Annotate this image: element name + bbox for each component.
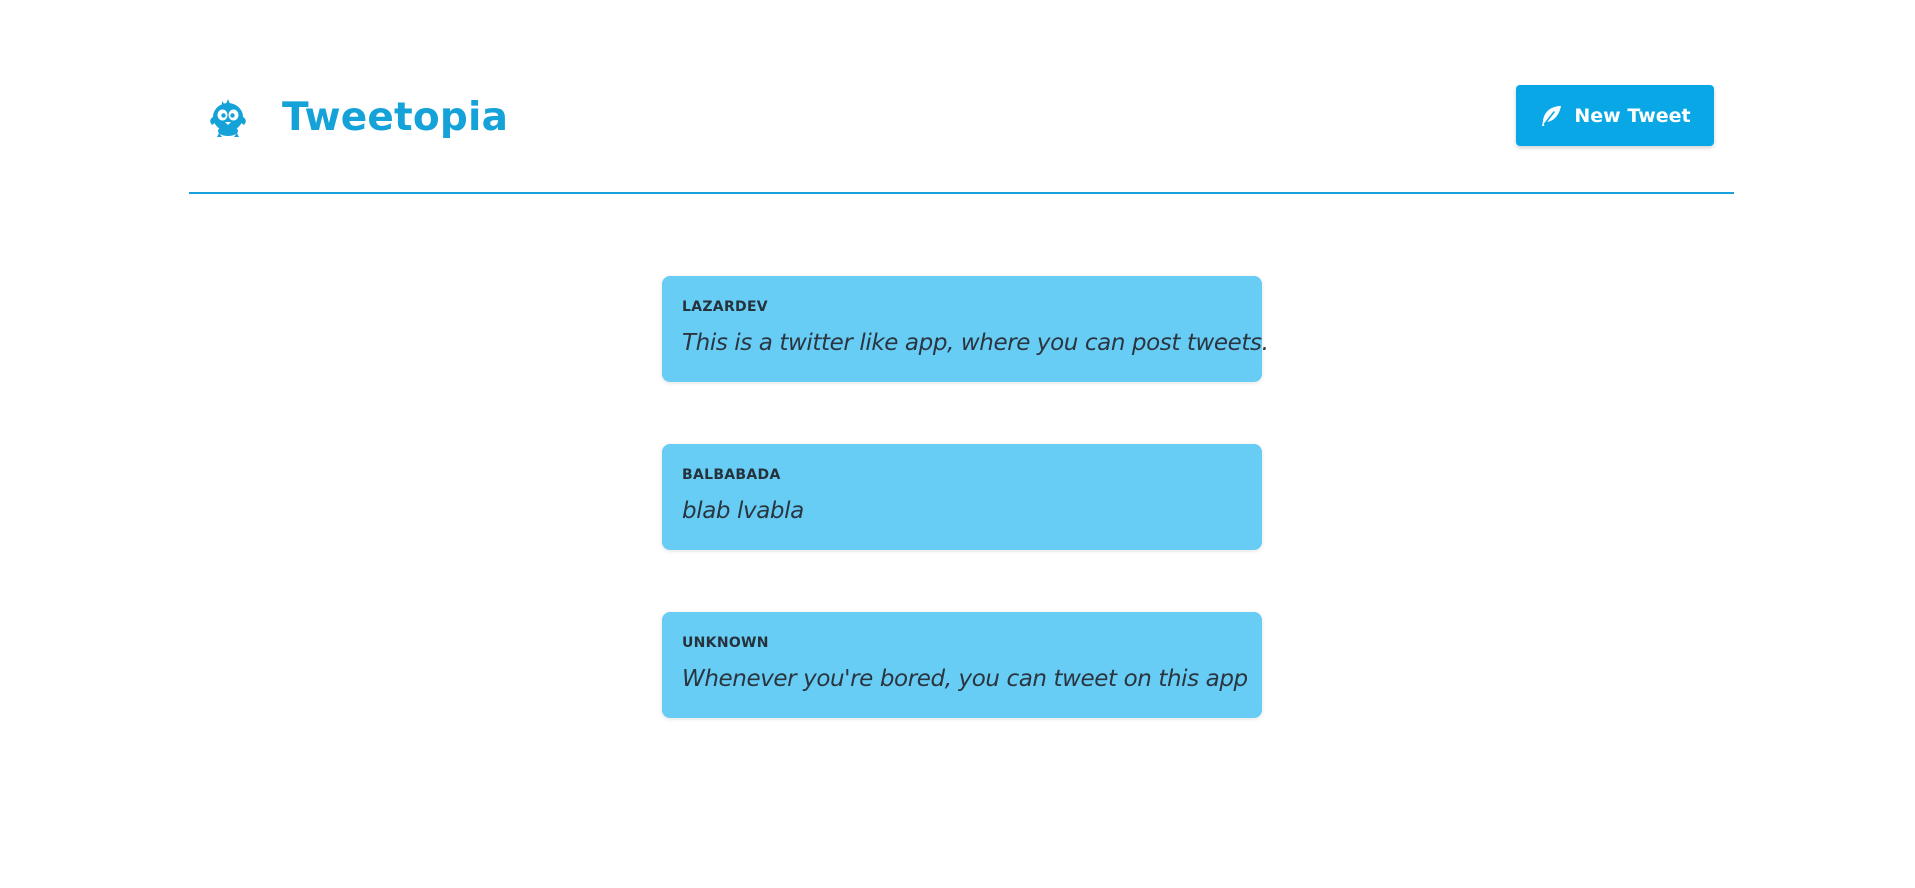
new-tweet-button[interactable]: New Tweet	[1516, 85, 1714, 146]
brand[interactable]: Tweetopia	[206, 92, 508, 142]
app-title: Tweetopia	[282, 94, 509, 140]
tweet-card[interactable]: UNKNOWN Whenever you're bored, you can t…	[662, 612, 1262, 718]
app-header: Tweetopia New Tweet	[189, 0, 1734, 194]
new-tweet-label: New Tweet	[1574, 104, 1691, 127]
tweet-feed: LAZARDEV This is a twitter like app, whe…	[662, 276, 1269, 780]
feather-icon	[1542, 105, 1562, 126]
tweet-card[interactable]: LAZARDEV This is a twitter like app, whe…	[662, 276, 1269, 382]
tweet-author: UNKNOWN	[682, 635, 769, 651]
tweet-text: Whenever you're bored, you can tweet on …	[682, 666, 1248, 692]
tweet-card[interactable]: BALBABADA blab lvabla	[662, 444, 1262, 550]
tweet-author: BALBABADA	[682, 467, 781, 483]
page: Tweetopia New Tweet LAZARDEV This is a t…	[0, 0, 1915, 888]
tweet-author: LAZARDEV	[682, 299, 768, 315]
tweet-text: This is a twitter like app, where you ca…	[682, 330, 1269, 356]
bird-mascot-icon	[210, 99, 246, 137]
tweet-text: blab lvabla	[682, 498, 804, 524]
